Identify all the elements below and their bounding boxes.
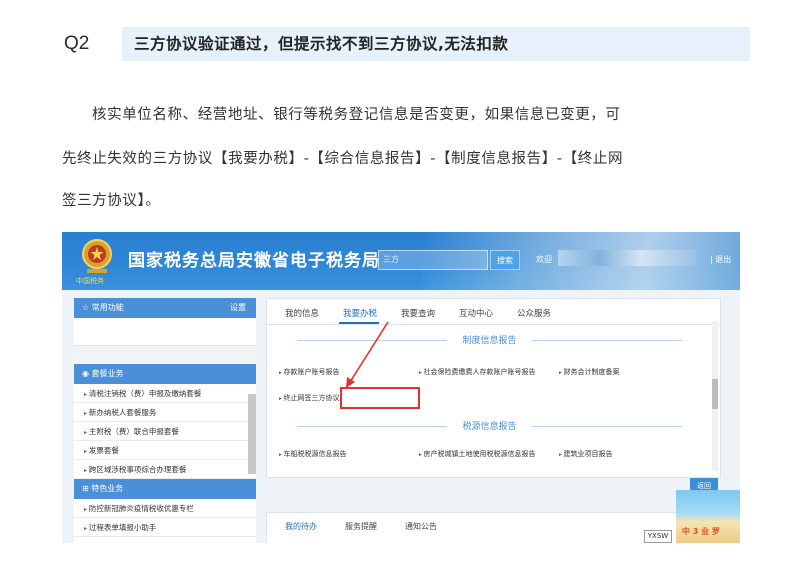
beach-widget-text: 中 3 业 罗 <box>682 527 720 536</box>
sidebar-item[interactable]: 防控新冠肺炎疫情税收优惠专栏 <box>74 499 256 518</box>
item-terminate-tripartite-agreement[interactable]: 终止网签三方协议 <box>279 393 340 403</box>
sidebar-item[interactable]: 新办纳税人套餐服务 <box>74 403 256 422</box>
answer-line-1: 核实单位名称、经营地址、银行等税务登记信息是否变更，如果信息已变更，可 <box>92 107 621 123</box>
special-services-header[interactable]: ⊞ 特色业务 <box>74 479 256 499</box>
tab-service-reminder[interactable]: 服务提醒 <box>345 521 377 532</box>
highlight-box <box>340 387 420 409</box>
item-deposit-account-report[interactable]: 存款账户账号报告 <box>279 367 340 377</box>
answer-line-3: 签三方协议】。 <box>62 193 161 209</box>
package-icon: ◉ <box>82 369 92 378</box>
tax-portal-screenshot: 中国税务 国家税务总局安徽省电子税务局 三方 搜索 欢迎 | 退出 ☆ 常用功能… <box>62 232 740 543</box>
portal-banner: 中国税务 国家税务总局安徽省电子税务局 三方 搜索 欢迎 | 退出 <box>62 232 740 290</box>
common-functions-body <box>74 318 256 346</box>
logout-link[interactable]: | 退出 <box>710 254 731 265</box>
welcome-text: 欢迎 <box>536 255 552 264</box>
sidebar-item[interactable]: 主附税（费）联合申报套餐 <box>74 422 256 441</box>
item-accounting-filing[interactable]: 财务会计制度备案 <box>559 367 620 377</box>
site-title: 国家税务总局安徽省电子税务局 <box>128 251 380 271</box>
answer-line-2: 先终止失效的三方协议【我要办税】-【综合信息报告】-【制度信息报告】-【终止网 <box>62 151 624 167</box>
star-icon: ☆ <box>82 303 92 312</box>
item-construction-report[interactable]: 建筑业项目报告 <box>559 449 613 459</box>
portal-search-input[interactable]: 三方 <box>378 250 488 270</box>
item-social-insurance-account-report[interactable]: 社会保险费缴费人存款账户账号报告 <box>419 367 536 377</box>
grid-icon: ⊞ <box>82 484 92 493</box>
sidebar-item[interactable]: 清税注销税（费）申报及缴纳套餐 <box>74 384 256 403</box>
tab-interaction[interactable]: 互动中心 <box>459 307 493 319</box>
main-tabs: 我的信息 我要办税 我要查询 互动中心 公众服务 <box>267 299 720 325</box>
section-tax-source-report: 税源信息报告 <box>267 419 712 433</box>
tab-public-service[interactable]: 公众服务 <box>517 307 551 319</box>
tab-my-info[interactable]: 我的信息 <box>285 307 319 319</box>
active-tab-indicator <box>339 322 379 324</box>
item-property-tax-report[interactable]: 房产税城镇土地使用税税源信息报告 <box>419 449 536 459</box>
tax-emblem-icon <box>82 239 112 273</box>
sidebar-item[interactable]: 过程表单填报小助手 <box>74 518 256 537</box>
package-services-header[interactable]: ◉ 套餐业务 <box>74 364 256 384</box>
portal-search-button[interactable]: 搜索 <box>490 250 520 270</box>
section-institutional-report: 制度信息报告 <box>267 333 712 347</box>
question-number: Q2 <box>64 33 90 54</box>
sidebar-item[interactable]: 发票套餐 <box>74 441 256 460</box>
blurred-username <box>558 250 696 266</box>
question-title: 三方协议验证通过，但提示找不到三方协议,无法扣款 <box>134 35 509 53</box>
emblem-caption: 中国税务 <box>76 277 104 285</box>
sidebar-scrollbar[interactable] <box>248 394 256 474</box>
content-scrollbar-thumb[interactable] <box>712 379 718 409</box>
question-header: Q2 三方协议验证通过，但提示找不到三方协议,无法扣款 <box>62 26 750 62</box>
left-sidebar: ☆ 常用功能 设置 ◉ 套餐业务 清税注销税（费）申报及缴纳套餐 新办纳税人套餐… <box>74 298 256 543</box>
tab-notices[interactable]: 通知公告 <box>405 521 437 532</box>
corner-badge[interactable]: YXSW <box>644 530 672 543</box>
tab-query[interactable]: 我要查询 <box>401 307 435 319</box>
sidebar-item[interactable]: 跨区域涉税事项综合办理套餐 <box>74 460 256 479</box>
settings-link[interactable]: 设置 <box>230 298 246 318</box>
tab-tax-handling[interactable]: 我要办税 <box>343 307 377 319</box>
main-content-panel: 我的信息 我要办税 我要查询 互动中心 公众服务 制度信息报告 存款账户账号报告… <box>266 298 721 478</box>
item-vehicle-tax-report[interactable]: 车船税税源信息报告 <box>279 449 347 459</box>
tab-my-todo[interactable]: 我的待办 <box>285 521 317 532</box>
common-functions-header: ☆ 常用功能 设置 <box>74 298 256 318</box>
